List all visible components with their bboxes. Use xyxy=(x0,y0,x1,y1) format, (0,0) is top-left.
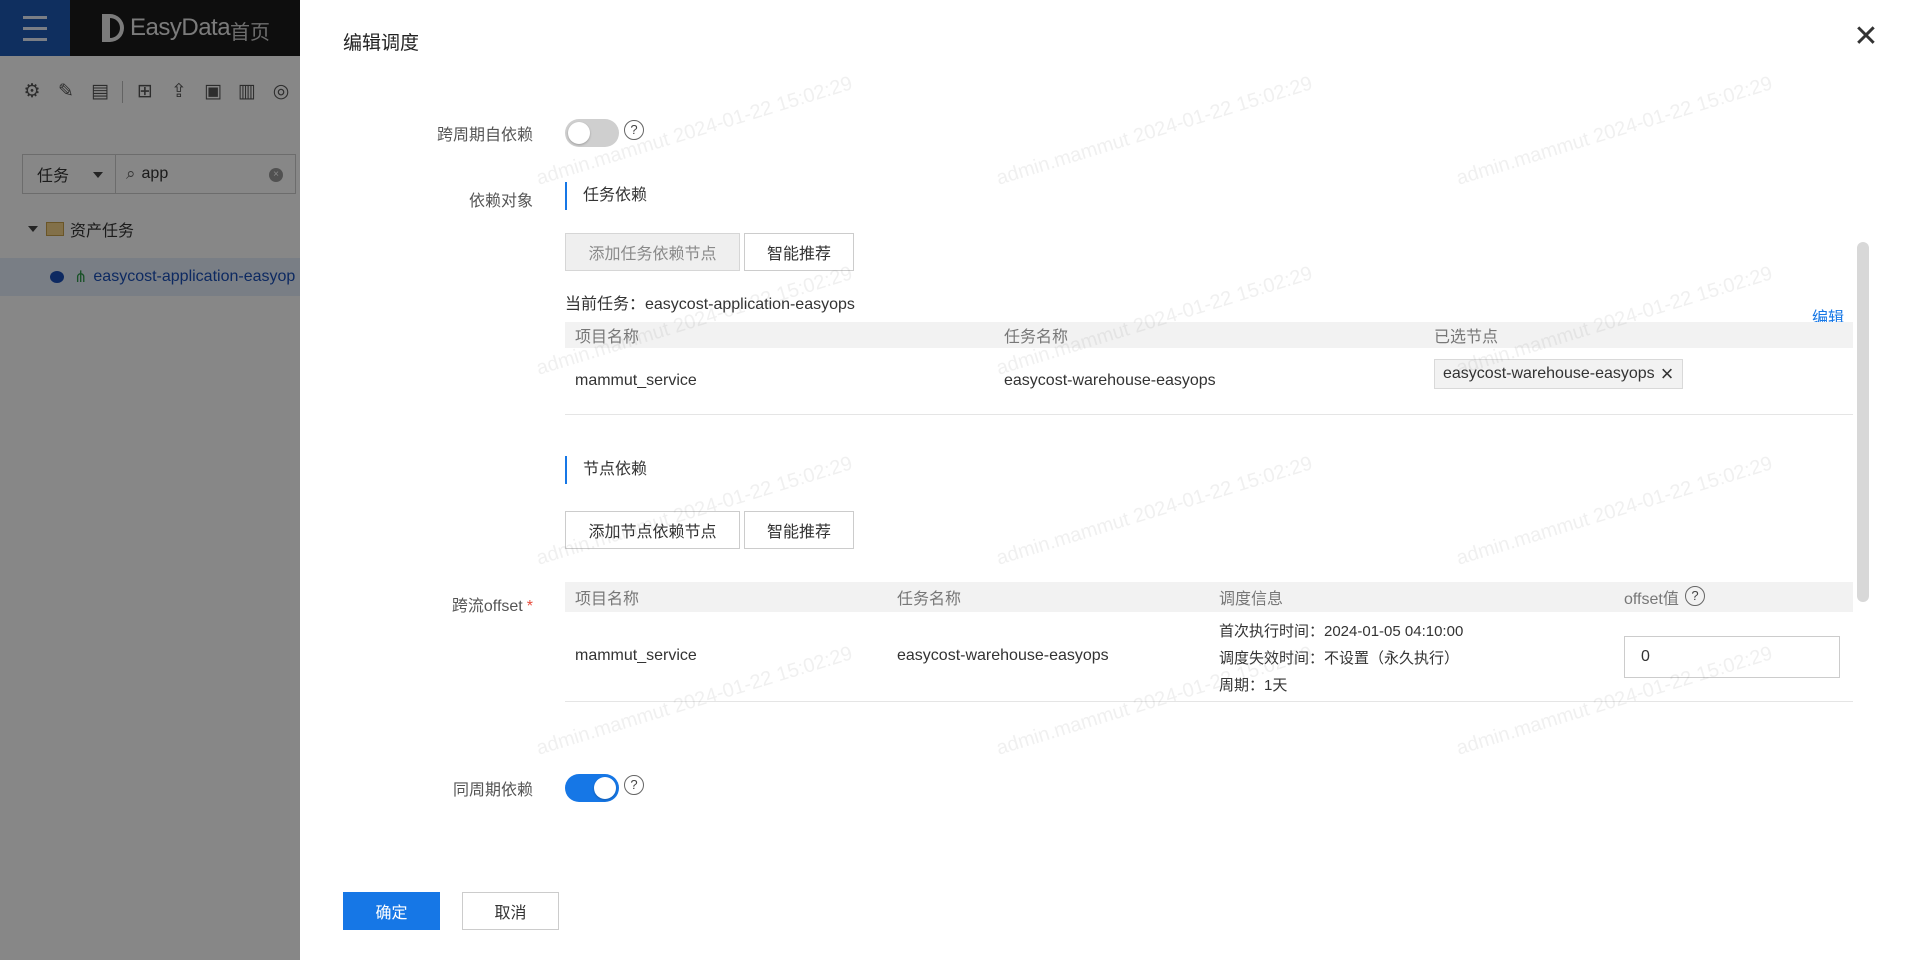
help-icon[interactable]: ? xyxy=(624,775,644,795)
cross-cycle-label: 跨周期自依赖 xyxy=(436,127,533,144)
node-dependency-section: 节点依赖 xyxy=(565,456,647,484)
same-cycle-toggle[interactable] xyxy=(565,774,619,802)
toggle-knob xyxy=(594,777,616,799)
toggle-knob xyxy=(568,122,590,144)
table-header: 项目名称 任务名称 已选节点 xyxy=(565,322,1853,348)
current-task-text: 当前任务：easycost-application-easyops xyxy=(565,296,855,313)
period: 周期：1天 xyxy=(1219,677,1288,694)
col-project: 项目名称 xyxy=(575,591,640,608)
same-cycle-label: 同周期依赖 xyxy=(452,782,533,799)
help-icon[interactable]: ? xyxy=(1685,586,1705,606)
dependency-label: 依赖对象 xyxy=(468,193,533,210)
row-task: easycost-warehouse-easyops xyxy=(1004,372,1216,389)
col-selected-node: 已选节点 xyxy=(1434,329,1499,346)
first-run-time: 首次执行时间：2024-01-05 04:10:00 xyxy=(1219,623,1464,640)
table-header: 项目名称 任务名称 调度信息 offset值 ? xyxy=(565,582,1853,612)
selected-node-label: easycost-warehouse-easyops xyxy=(1443,365,1655,382)
offset-input[interactable]: 0 xyxy=(1624,636,1840,678)
col-project: 项目名称 xyxy=(575,329,640,346)
selected-node-tag: easycost-warehouse-easyops × xyxy=(1434,359,1683,389)
cross-cycle-toggle[interactable] xyxy=(565,119,619,147)
col-task: 任务名称 xyxy=(1004,329,1069,346)
col-offset: offset值 xyxy=(1624,591,1679,608)
table-row: mammut_service easycost-warehouse-easyop… xyxy=(565,612,1853,702)
row-project: mammut_service xyxy=(575,647,697,664)
modal-overlay[interactable] xyxy=(0,0,300,960)
task-dependency-section: 任务依赖 xyxy=(565,182,647,210)
row-task: easycost-warehouse-easyops xyxy=(897,647,1109,664)
offset-table: 项目名称 任务名称 调度信息 offset值 ? mammut_service … xyxy=(565,582,1853,702)
required-mark: * xyxy=(526,598,533,615)
offset-label: 跨流offset * xyxy=(383,592,533,616)
offset-label-text: 跨流offset xyxy=(451,598,523,615)
smart-recommend-button[interactable]: 智能推荐 xyxy=(744,233,854,271)
col-schedule-info: 调度信息 xyxy=(1219,591,1284,608)
confirm-button[interactable]: 确定 xyxy=(343,892,440,930)
drawer-footer: 确定 取消 xyxy=(300,870,1920,960)
schedule-info: 首次执行时间：2024-01-05 04:10:00 调度失效时间：不设置（永久… xyxy=(1219,618,1463,699)
cancel-button[interactable]: 取消 xyxy=(462,892,559,930)
row-project: mammut_service xyxy=(575,372,697,389)
add-node-dependency-button[interactable]: 添加节点依赖节点 xyxy=(565,511,740,549)
vertical-scrollbar[interactable] xyxy=(1857,242,1869,602)
edit-schedule-drawer: 编辑调度 ✕ 跨周期自依赖 ? 依赖对象 任务依赖 添加任务依赖节点 智能推荐 … xyxy=(300,0,1920,960)
drawer-body: 跨周期自依赖 ? 依赖对象 任务依赖 添加任务依赖节点 智能推荐 当前任务：ea… xyxy=(300,80,1920,870)
table-row: mammut_service easycost-warehouse-easyop… xyxy=(565,348,1853,415)
expire-time: 调度失效时间：不设置（永久执行） xyxy=(1219,650,1460,667)
help-icon[interactable]: ? xyxy=(624,120,644,140)
col-task: 任务名称 xyxy=(897,591,962,608)
smart-recommend-button-2[interactable]: 智能推荐 xyxy=(744,511,854,549)
remove-tag-icon[interactable]: × xyxy=(1661,363,1674,385)
task-dependency-table: 项目名称 任务名称 已选节点 mammut_service easycost-w… xyxy=(565,322,1853,415)
close-button[interactable]: ✕ xyxy=(1852,22,1880,52)
add-task-dependency-button[interactable]: 添加任务依赖节点 xyxy=(565,233,740,271)
drawer-title: 编辑调度 xyxy=(343,33,420,54)
